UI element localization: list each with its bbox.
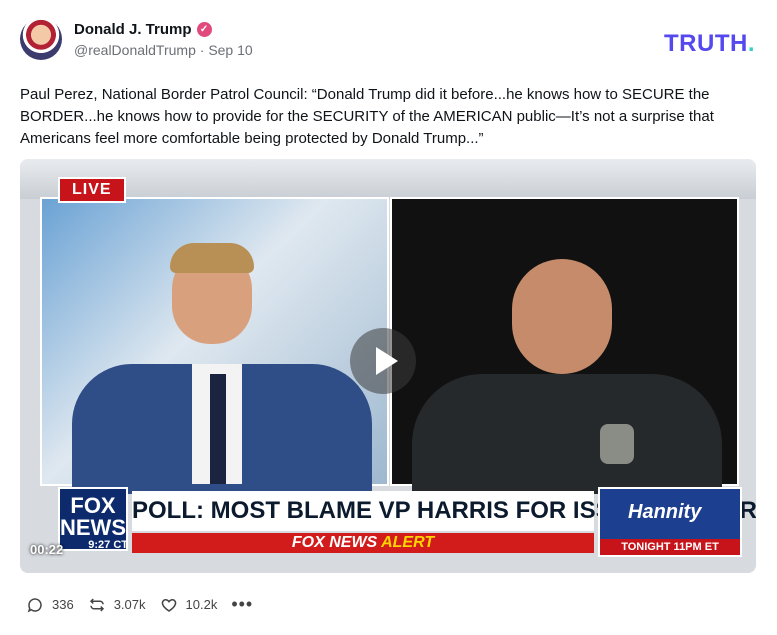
- author-info: Donald J. Trump ✓ @realDonaldTrump · Sep…: [74, 21, 253, 58]
- badge-icon: [600, 424, 634, 464]
- retruth-button[interactable]: 3.07k: [88, 596, 146, 614]
- play-icon[interactable]: [350, 328, 416, 394]
- studio-background: [20, 159, 756, 199]
- video-timestamp: 00:22: [30, 542, 64, 557]
- show-bug: Hannity TONIGHT 11PM ET: [598, 487, 742, 557]
- alert-word: ALERT: [381, 534, 435, 551]
- truth-logo-dot: .: [747, 30, 755, 57]
- author-meta: @realDonaldTrump · Sep 10: [74, 42, 253, 58]
- avatar[interactable]: [20, 18, 62, 60]
- fox-logo-line2: NEWS: [60, 515, 126, 540]
- post-actions: 336 3.07k 10.2k •••: [26, 594, 267, 615]
- post-header: Donald J. Trump ✓ @realDonaldTrump · Sep…: [20, 18, 253, 60]
- like-count: 10.2k: [185, 597, 218, 612]
- reply-count: 336: [52, 597, 74, 612]
- reply-button[interactable]: 336: [26, 596, 74, 614]
- more-options-button[interactable]: •••: [231, 594, 253, 615]
- retruth-icon: [89, 597, 104, 612]
- author-display-name[interactable]: Donald J. Trump: [74, 21, 192, 38]
- post-text: Paul Perez, National Border Patrol Counc…: [20, 86, 714, 147]
- guest-head: [512, 259, 612, 374]
- retruth-count: 3.07k: [113, 597, 146, 612]
- fox-logo-line1: FOX: [70, 493, 116, 518]
- post-date[interactable]: Sep 10: [208, 42, 252, 58]
- author-name[interactable]: Donald J. Trump ✓: [74, 21, 253, 38]
- video-right-panel: [390, 197, 739, 494]
- guest-body: [412, 374, 722, 494]
- author-handle[interactable]: @realDonaldTrump: [74, 42, 196, 58]
- live-badge: LIVE: [58, 177, 126, 203]
- news-headline: POLL: MOST BLAME VP HARRIS FOR ISSUES AT…: [132, 491, 756, 531]
- truth-logo[interactable]: TRUTH.: [664, 30, 755, 58]
- fox-time: 9:27 CT: [88, 539, 128, 551]
- truth-logo-text: TRUTH: [664, 30, 748, 57]
- like-button[interactable]: 10.2k: [160, 596, 218, 614]
- heart-icon: [161, 598, 176, 612]
- host-hair: [170, 243, 254, 273]
- video-player[interactable]: LIVE FOX NEWS 9:27 CT POLL: MOST BLAME V…: [20, 159, 756, 573]
- video-left-panel: [40, 197, 389, 494]
- verified-check-icon: ✓: [196, 21, 212, 37]
- show-name: Hannity: [628, 501, 702, 523]
- host-tie: [210, 374, 226, 484]
- news-alert-bar: FOX NEWS ALERT: [132, 533, 594, 553]
- alert-prefix: FOX NEWS: [291, 534, 382, 551]
- show-time: TONIGHT 11PM ET: [600, 539, 740, 555]
- reply-icon: [27, 597, 42, 613]
- more-icon: •••: [231, 594, 254, 614]
